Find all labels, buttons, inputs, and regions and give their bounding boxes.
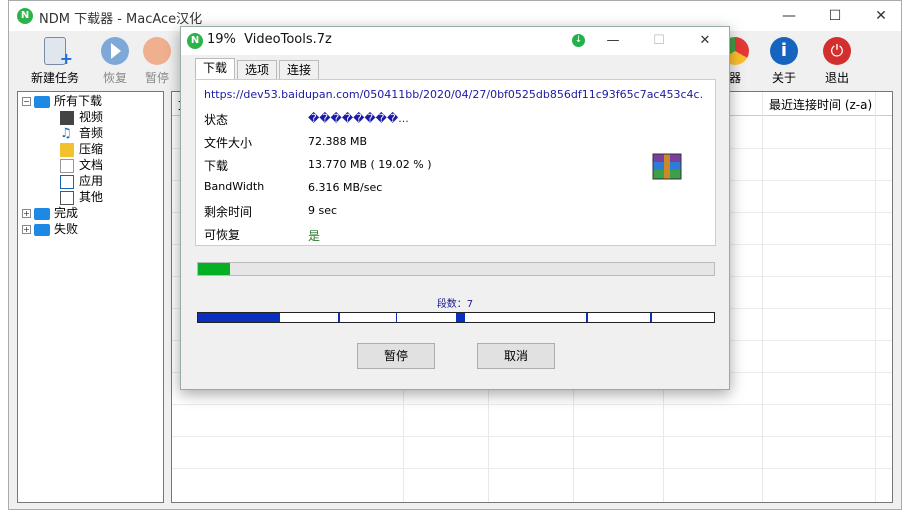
tree-label: 视频 (79, 110, 104, 124)
segment-divider (279, 313, 280, 322)
resume-button[interactable]: 恢复 (87, 37, 143, 87)
bandwidth-value: 6.316 MB/sec (308, 181, 383, 194)
power-icon: ⏻ (823, 37, 851, 65)
maximize-button[interactable]: ☐ (812, 1, 858, 31)
expand-icon[interactable]: + (22, 209, 31, 218)
column-header-last-connection[interactable]: 最近连接时间 (z-a) (769, 96, 872, 113)
segment-progress (456, 313, 465, 322)
tree-item-video[interactable]: 视频 (60, 109, 103, 125)
dialog-title: 19% VideoTools.7z (207, 32, 332, 47)
download-progress-dialog: N 19% VideoTools.7z ↓ — ☐ ✕ 下载 选项 连接 htt… (180, 26, 730, 390)
downloaded-value: 13.770 MB ( 19.02 % ) (308, 158, 432, 171)
progress-fill (198, 263, 231, 275)
pause-button[interactable]: 暂停 (137, 37, 177, 87)
resume-label: 恢复 (102, 71, 127, 85)
dialog-title-bar: N 19% VideoTools.7z ↓ — ☐ ✕ (181, 27, 729, 55)
about-button[interactable]: i 关于 (756, 37, 812, 87)
category-tree: − 所有下载 视频 ♫ 音频 压缩 文档 应用 其他 + 完成 + 失败 (17, 91, 164, 503)
file-icon (60, 190, 74, 205)
status-label: 状态 (204, 113, 229, 127)
download-arrow-icon: ↓ (572, 34, 585, 47)
tree-label: 所有下载 (54, 94, 103, 108)
folder-icon (34, 95, 50, 108)
new-task-label: 新建任务 (30, 71, 79, 85)
window-title: NDM 下载器 - MacAce汉化 (39, 12, 203, 27)
music-icon: ♫ (60, 125, 72, 141)
tree-item-other[interactable]: 其他 (60, 189, 103, 205)
about-label: 关于 (771, 71, 796, 85)
tree-item-complete[interactable]: + 完成 (22, 205, 78, 221)
new-task-icon: + (44, 37, 73, 68)
time-left-value: 9 sec (308, 204, 338, 217)
tab-download[interactable]: 下载 (195, 58, 236, 80)
tree-label: 失败 (54, 222, 79, 236)
collapse-icon[interactable]: − (22, 97, 31, 106)
tree-label: 其他 (79, 190, 104, 204)
dialog-close-button[interactable]: ✕ (682, 27, 728, 55)
expand-icon[interactable]: + (22, 225, 31, 234)
status-value: ��������... (308, 112, 409, 125)
title-percent: 19% (207, 32, 236, 47)
tree-item-apps[interactable]: 应用 (60, 173, 103, 189)
pause-icon (143, 37, 171, 65)
segment-progress (586, 313, 588, 322)
resumable-value: 是 (308, 229, 321, 243)
tree-item-all[interactable]: − 所有下载 (22, 93, 102, 109)
tree-label: 文档 (79, 158, 104, 172)
title-filename: VideoTools.7z (244, 32, 332, 47)
document-icon (60, 158, 74, 173)
cancel-download-button[interactable]: 取消 (477, 343, 555, 369)
downloaded-label: 下载 (204, 159, 229, 173)
download-info-panel: https://dev53.baidupan.com/050411bb/2020… (195, 79, 716, 246)
pause-download-button[interactable]: 暂停 (357, 343, 435, 369)
tree-item-failed[interactable]: + 失败 (22, 221, 78, 237)
app-window-icon (60, 174, 74, 189)
dialog-minimize-button[interactable]: — (590, 27, 636, 55)
dialog-maximize-button: ☐ (653, 33, 665, 48)
download-progress-bar (197, 262, 715, 276)
segment-divider (396, 313, 397, 322)
exit-label: 退出 (824, 71, 849, 85)
app-icon: N (17, 8, 33, 24)
folder-icon (34, 207, 50, 220)
file-size-label: 文件大小 (204, 136, 253, 150)
tab-options[interactable]: 选项 (237, 60, 278, 80)
info-icon: i (770, 37, 798, 65)
film-icon (60, 110, 74, 125)
segment-progress (650, 313, 652, 322)
bandwidth-label: BandWidth (204, 180, 265, 193)
pause-label: 暂停 (144, 71, 169, 85)
tree-item-compressed[interactable]: 压缩 (60, 141, 103, 157)
segments-bar (197, 312, 715, 323)
segment-progress (338, 313, 340, 322)
app-icon: N (187, 33, 203, 49)
exit-button[interactable]: ⏻ 退出 (809, 37, 865, 87)
resumable-label: 可恢复 (204, 228, 241, 242)
segment-progress (198, 313, 279, 322)
new-task-button[interactable]: + 新建任务 (27, 37, 83, 87)
tree-label: 压缩 (79, 142, 104, 156)
close-button[interactable]: ✕ (858, 1, 904, 31)
play-icon (101, 37, 129, 65)
folder-icon (34, 223, 50, 236)
minimize-button[interactable]: — (766, 1, 812, 31)
file-size-value: 72.388 MB (308, 135, 368, 148)
archive-icon (60, 142, 74, 157)
tree-item-audio[interactable]: ♫ 音频 (60, 125, 103, 141)
tree-label: 音频 (79, 126, 104, 140)
winrar-archive-icon (652, 153, 682, 180)
download-url: https://dev53.baidupan.com/050411bb/2020… (204, 88, 704, 101)
time-left-label: 剩余时间 (204, 205, 253, 219)
tree-label: 完成 (54, 206, 79, 220)
segments-count: 段数：7 (436, 299, 474, 310)
tree-label: 应用 (79, 174, 104, 188)
tree-item-docs[interactable]: 文档 (60, 157, 103, 173)
tab-connections[interactable]: 连接 (279, 60, 320, 80)
